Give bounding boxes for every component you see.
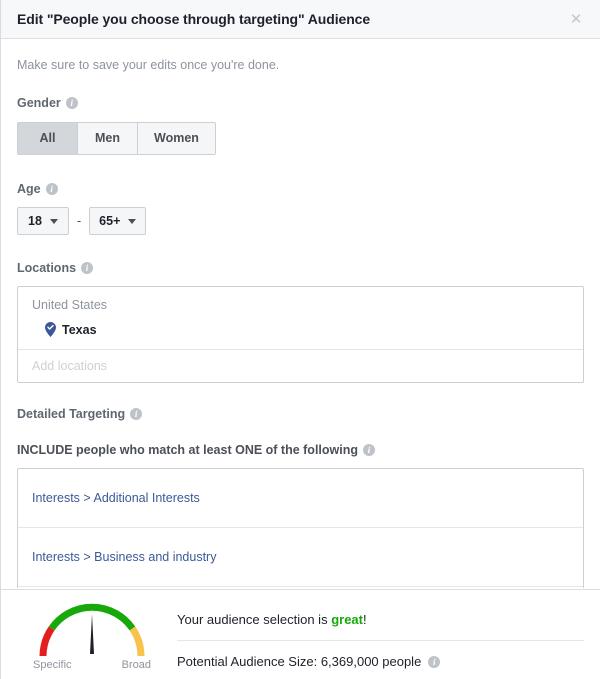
locations-country-header: United States bbox=[32, 298, 108, 312]
audience-size-row: Potential Audience Size: 6,369,000 peopl… bbox=[177, 641, 584, 669]
locations-group: United States Texas bbox=[18, 287, 583, 349]
gauge-labels: Specific Broad bbox=[33, 659, 151, 671]
add-locations-row[interactable] bbox=[18, 349, 583, 382]
detailed-targeting-section: Detailed Targeting i INCLUDE people who … bbox=[17, 407, 584, 588]
audience-gauge: Specific Broad bbox=[17, 600, 167, 671]
info-icon[interactable]: i bbox=[45, 183, 58, 195]
detailed-targeting-label-row: Detailed Targeting i bbox=[17, 407, 584, 421]
gauge-dial-icon bbox=[39, 603, 145, 657]
map-pin-check-icon bbox=[45, 322, 56, 337]
targeting-criterion-link[interactable]: Interests > Business and industry bbox=[32, 550, 216, 564]
age-max-value: 65+ bbox=[99, 214, 121, 228]
gender-label: Gender bbox=[17, 96, 61, 110]
info-icon[interactable]: i bbox=[130, 408, 143, 420]
dialog-body: Make sure to save your edits once you're… bbox=[1, 39, 600, 589]
chevron-down-icon bbox=[49, 218, 58, 224]
include-rule-label: INCLUDE people who match at least ONE of… bbox=[17, 443, 358, 457]
gender-option-men[interactable]: Men bbox=[78, 123, 138, 154]
dialog-header: Edit "People you choose through targetin… bbox=[1, 0, 600, 39]
targeting-row[interactable]: Interests > Business and industry bbox=[18, 528, 583, 587]
edit-audience-dialog: Edit "People you choose through targetin… bbox=[0, 0, 600, 679]
close-icon[interactable]: ✕ bbox=[566, 9, 586, 29]
info-icon[interactable]: i bbox=[65, 97, 78, 109]
intro-text: Make sure to save your edits once you're… bbox=[17, 58, 280, 72]
audience-quality-text: Your audience selection is great! bbox=[177, 612, 584, 641]
age-label-row: Age i bbox=[17, 182, 584, 196]
audience-size-text: Potential Audience Size: 6,369,000 peopl… bbox=[177, 654, 422, 669]
chevron-down-icon bbox=[128, 218, 137, 224]
location-name: Texas bbox=[62, 322, 97, 337]
targeting-criteria-box: Interests > Additional Interests Interes… bbox=[17, 468, 584, 588]
include-rule-label-row: INCLUDE people who match at least ONE of… bbox=[17, 443, 584, 457]
locations-box: United States Texas bbox=[17, 286, 584, 383]
gender-segmented-control: All Men Women bbox=[17, 122, 216, 155]
audience-quality-suffix: ! bbox=[362, 612, 367, 627]
audience-info: Your audience selection is great! Potent… bbox=[167, 600, 584, 669]
add-locations-input[interactable] bbox=[32, 359, 569, 373]
dialog-footer: Specific Broad Your audience selection i… bbox=[1, 589, 600, 679]
age-label: Age bbox=[17, 182, 41, 196]
gender-option-women[interactable]: Women bbox=[138, 123, 215, 154]
targeting-criterion-link[interactable]: Interests > Additional Interests bbox=[32, 491, 200, 505]
info-icon[interactable]: i bbox=[428, 655, 441, 668]
age-min-select[interactable]: 18 bbox=[17, 207, 69, 235]
gender-label-row: Gender i bbox=[17, 96, 584, 110]
gender-option-all[interactable]: All bbox=[18, 123, 78, 154]
age-range-row: 18 - 65+ bbox=[17, 207, 584, 235]
locations-label-row: Locations i bbox=[17, 261, 584, 275]
age-min-value: 18 bbox=[28, 214, 42, 228]
targeting-row[interactable]: Interests > Additional Interests bbox=[18, 469, 583, 528]
dialog-title: Edit "People you choose through targetin… bbox=[17, 11, 371, 27]
age-range-separator: - bbox=[77, 214, 82, 228]
detailed-targeting-label: Detailed Targeting bbox=[17, 407, 126, 421]
location-item-texas[interactable]: Texas bbox=[32, 322, 569, 337]
age-section: Age i 18 - 65+ bbox=[17, 182, 584, 235]
gauge-label-broad: Broad bbox=[121, 659, 151, 671]
info-icon[interactable]: i bbox=[363, 444, 375, 456]
locations-label: Locations bbox=[17, 261, 77, 275]
gauge-label-specific: Specific bbox=[33, 659, 72, 671]
locations-section: Locations i United States Texas bbox=[17, 261, 584, 383]
audience-quality-prefix: Your audience selection is bbox=[177, 612, 332, 627]
audience-quality-word: great bbox=[331, 612, 363, 627]
age-max-select[interactable]: 65+ bbox=[89, 207, 147, 235]
info-icon[interactable]: i bbox=[81, 262, 94, 274]
gender-section: Gender i All Men Women bbox=[17, 96, 584, 155]
